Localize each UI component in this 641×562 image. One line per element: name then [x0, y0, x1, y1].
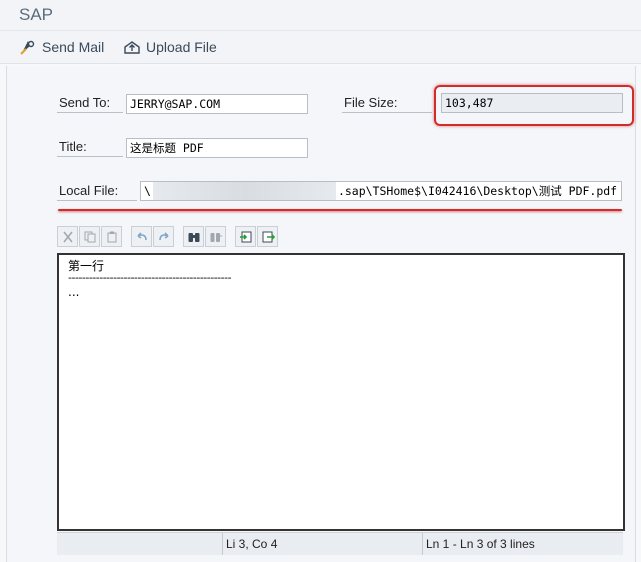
export-button[interactable] [257, 226, 278, 247]
upload-file-label: Upload File [146, 39, 217, 55]
copy-button[interactable] [79, 226, 100, 247]
find-button[interactable] [183, 226, 204, 247]
send-mail-button[interactable]: Send Mail [19, 37, 104, 57]
status-separator [422, 533, 423, 555]
upload-file-icon [123, 38, 141, 56]
status-separator [222, 533, 223, 555]
paste-icon [107, 231, 116, 242]
cut-icon [62, 231, 73, 242]
redo-button[interactable] [153, 226, 174, 247]
title-bar: SAP [0, 0, 641, 31]
cut-button[interactable] [57, 226, 78, 247]
line-count: Ln 1 - Ln 3 of 3 lines [426, 537, 535, 551]
paste-button[interactable] [101, 226, 122, 247]
upload-file-button[interactable]: Upload File [123, 37, 217, 57]
send-to-field[interactable]: JERRY@SAP.COM [126, 94, 308, 114]
local-file-prefix: \ [144, 184, 151, 198]
editor-line-2: ----------------------------------------… [68, 271, 232, 284]
redacted-path-segment [152, 182, 336, 200]
export-icon [262, 231, 275, 242]
application-toolbar: Send Mail Upload File [0, 31, 641, 64]
title-label: Title: [57, 138, 123, 157]
copy-icon [84, 231, 95, 242]
cursor-position: Li 3, Co 4 [226, 537, 278, 551]
send-to-label: Send To: [57, 94, 123, 113]
app-title: SAP [19, 5, 54, 24]
undo-icon [136, 231, 147, 240]
file-size-highlight [434, 85, 634, 126]
redo-icon [158, 231, 169, 240]
editor-status-bar: Li 3, Co 4 Ln 1 - Ln 3 of 3 lines [57, 532, 623, 555]
local-file-label: Local File: [57, 182, 137, 201]
title-field[interactable]: 这是标题 PDF [126, 138, 308, 158]
send-mail-icon [19, 38, 37, 56]
local-file-path: .sap\TSHome$\I042416\Desktop\测试 PDF.pdf [337, 184, 618, 198]
send-mail-label: Send Mail [42, 39, 105, 55]
binoculars-icon [188, 232, 199, 242]
find-next-button[interactable] [205, 226, 226, 247]
import-button[interactable] [235, 226, 256, 247]
local-file-field[interactable]: \ .sap\TSHome$\I042416\Desktop\测试 PDF.pdf [140, 181, 622, 201]
text-editor[interactable]: 第一行 ------------------------------------… [57, 253, 625, 531]
undo-button[interactable] [131, 226, 152, 247]
editor-line-3: ... [68, 285, 80, 299]
find-next-icon [210, 232, 222, 242]
import-icon [239, 231, 251, 242]
file-size-label: File Size: [342, 94, 432, 113]
editor-toolbar [57, 226, 278, 248]
local-file-underline [58, 209, 622, 211]
